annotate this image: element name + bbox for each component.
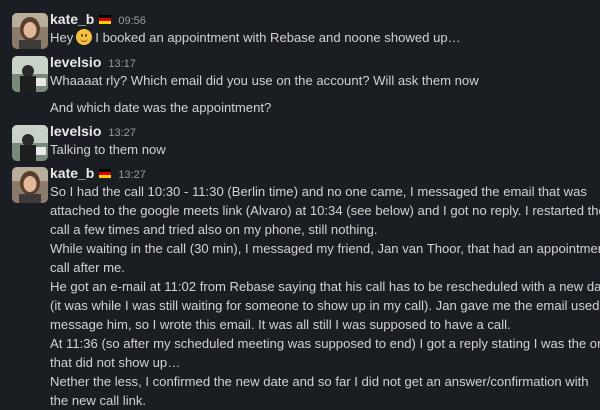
message-line: attached to the google meets link (Alvar… <box>50 203 600 218</box>
timestamp[interactable]: 13:17 <box>108 58 136 70</box>
avatar-kate-b[interactable] <box>12 13 48 49</box>
message-line: Hey I booked an appointment with Rebase a… <box>50 28 595 47</box>
message-line: While waiting in the call (30 min), I me… <box>50 241 600 256</box>
avatar-levelsio[interactable] <box>12 56 48 92</box>
message-text: Hey <box>50 30 74 45</box>
message-line: the new call link. <box>50 393 147 408</box>
timestamp[interactable]: 09:56 <box>118 15 146 27</box>
slightly-smiling-face-icon <box>76 29 93 45</box>
message-body: So I had the call 10:30 - 11:30 (Berlin … <box>50 182 600 410</box>
message-line: (it was while I was still waiting for so… <box>50 298 600 313</box>
message-body: Hey I booked an appointment with Rebase a… <box>50 28 595 47</box>
author-name[interactable]: kate_b <box>50 11 94 27</box>
author-name[interactable]: levelsio <box>50 123 101 139</box>
message-line: And which date was the appointment? <box>50 100 272 115</box>
message-list: kate_b 09:56 Hey I booked an appointment … <box>0 0 600 409</box>
flag-stripe-gold <box>99 21 112 24</box>
message-line: Whaaaat rly? Which email did you use on … <box>50 73 479 88</box>
message-body: Whaaaat rly? Which email did you use on … <box>50 71 595 90</box>
message-line: call a few times and tried also on my ph… <box>50 222 378 237</box>
timestamp[interactable]: 13:27 <box>118 169 146 181</box>
message-line: that did not show up… <box>50 355 181 370</box>
message-line: At 11:36 (so after my scheduled meeting … <box>50 336 600 351</box>
author-name[interactable]: levelsio <box>50 54 101 70</box>
germany-flag-icon <box>99 169 112 178</box>
message-line: call after me. <box>50 260 125 275</box>
author-name[interactable]: kate_b <box>50 165 94 181</box>
message-line: He got an e-mail at 11:02 from Rebase sa… <box>50 279 600 294</box>
message-line: Talking to them now <box>50 142 166 157</box>
avatar-kate-b[interactable] <box>12 167 48 203</box>
message-line: So I had the call 10:30 - 11:30 (Berlin … <box>50 184 587 199</box>
message-body: Talking to them now <box>50 140 595 159</box>
avatar-levelsio[interactable] <box>12 125 48 161</box>
flag-stripe-gold <box>99 175 112 178</box>
message-line: Nether the less, I confirmed the new dat… <box>50 374 589 389</box>
germany-flag-icon <box>99 15 112 24</box>
message-text: I booked an appointment with Rebase and … <box>95 30 461 45</box>
timestamp[interactable]: 13:27 <box>108 127 136 139</box>
message-body: And which date was the appointment? <box>50 98 595 117</box>
message-line: message him, so I wrote this email. It w… <box>50 317 511 332</box>
